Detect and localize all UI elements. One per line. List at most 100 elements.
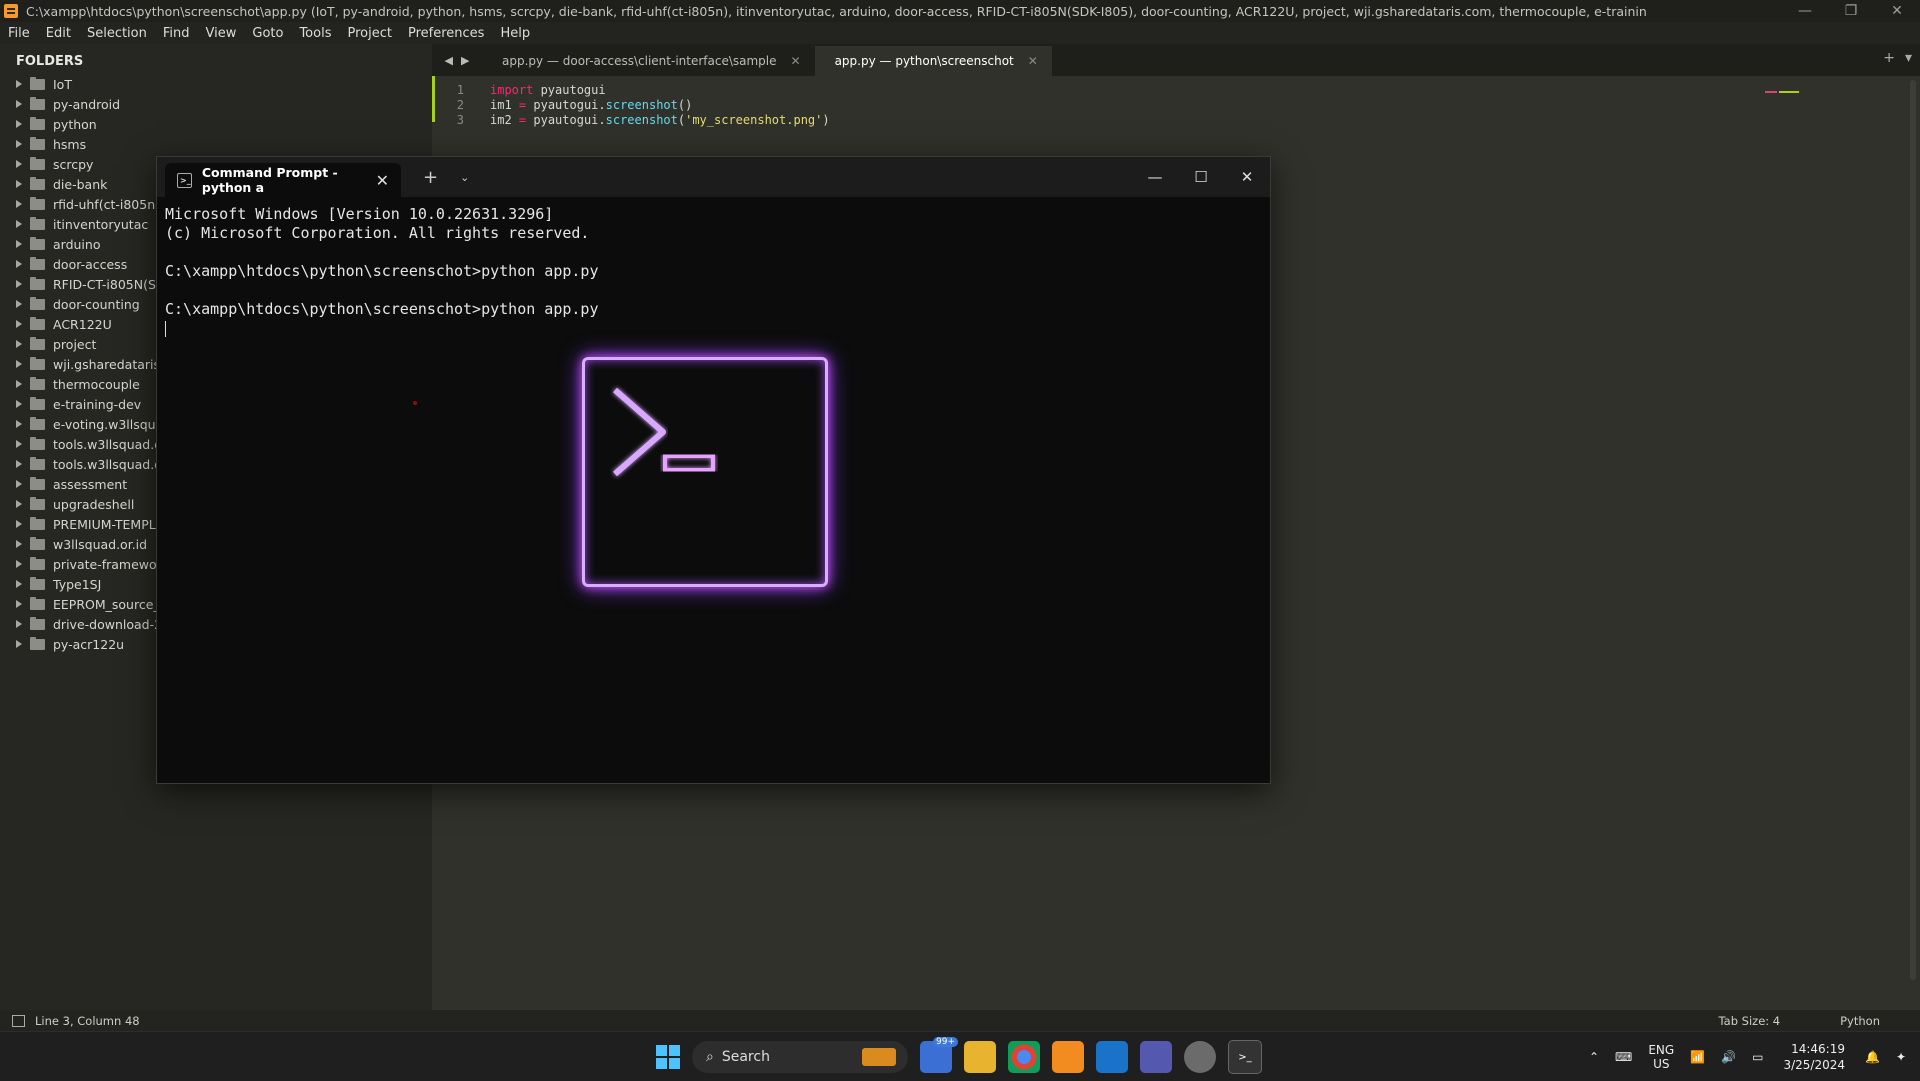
menu-help[interactable]: Help [492, 26, 538, 41]
tab-size[interactable]: Tab Size: 4 [1719, 1014, 1781, 1028]
volume-icon[interactable]: 🔊 [1713, 1050, 1744, 1064]
expand-arrow-icon[interactable] [16, 620, 22, 628]
line-text: import pyautogui [490, 83, 606, 97]
window-title: C:\xampp\htdocs\python\screenschot\app.p… [26, 3, 1647, 19]
expand-arrow-icon[interactable] [16, 460, 22, 468]
chrome-icon[interactable] [1008, 1041, 1040, 1073]
terminal-dropdown-icon[interactable]: ⌄ [460, 171, 469, 184]
language-indicator[interactable]: ENG US [1640, 1043, 1682, 1071]
minimize-button[interactable]: — [1782, 3, 1828, 19]
code-line[interactable]: 2 im1 = pyautogui.screenshot() [432, 98, 693, 113]
new-tab-icon[interactable]: + [1883, 50, 1895, 66]
panel-toggle-icon[interactable] [12, 1014, 25, 1027]
close-button[interactable]: ✕ [1874, 3, 1920, 19]
terminal-close-button[interactable]: ✕ [1224, 157, 1270, 197]
folder-label: door-counting [53, 296, 140, 312]
expand-arrow-icon[interactable] [16, 360, 22, 368]
expand-arrow-icon[interactable] [16, 260, 22, 268]
expand-arrow-icon[interactable] [16, 300, 22, 308]
folder-icon [30, 596, 45, 610]
show-hidden-icons-chevron-icon[interactable]: ⌃ [1581, 1050, 1607, 1064]
folder-item[interactable]: hsms [0, 134, 432, 154]
folder-label: die-bank [53, 176, 108, 192]
expand-arrow-icon[interactable] [16, 520, 22, 528]
expand-arrow-icon[interactable] [16, 560, 22, 568]
file-explorer-icon[interactable] [964, 1041, 996, 1073]
expand-arrow-icon[interactable] [16, 160, 22, 168]
teams-chat-icon[interactable]: 99+ [920, 1037, 958, 1073]
tab-back-icon[interactable]: ◀ [445, 54, 453, 67]
menu-preferences[interactable]: Preferences [400, 26, 492, 41]
folder-item[interactable]: python [0, 114, 432, 134]
menu-view[interactable]: View [198, 26, 245, 41]
expand-arrow-icon[interactable] [16, 340, 22, 348]
expand-arrow-icon[interactable] [16, 320, 22, 328]
terminal-tab[interactable]: >_ Command Prompt - python a ✕ [165, 163, 401, 197]
expand-arrow-icon[interactable] [16, 500, 22, 508]
expand-arrow-icon[interactable] [16, 540, 22, 548]
battery-icon[interactable]: ▭ [1744, 1050, 1771, 1064]
expand-arrow-icon[interactable] [16, 600, 22, 608]
taskbar-search[interactable]: ⌕ Search [692, 1041, 908, 1073]
expand-arrow-icon[interactable] [16, 280, 22, 288]
editor-scrollbar[interactable] [1910, 80, 1916, 980]
outlook-icon[interactable] [1096, 1041, 1128, 1073]
expand-arrow-icon[interactable] [16, 640, 22, 648]
expand-arrow-icon[interactable] [16, 180, 22, 188]
copilot-icon[interactable]: ✦ [1888, 1050, 1920, 1064]
start-button[interactable] [656, 1045, 680, 1069]
folder-icon [30, 296, 45, 310]
folder-item[interactable]: py-android [0, 94, 432, 114]
folder-icon [30, 456, 45, 470]
teams-icon[interactable] [1140, 1041, 1172, 1073]
folder-item[interactable]: IoT [0, 74, 432, 94]
menu-goto[interactable]: Goto [244, 26, 291, 41]
tab-close-icon[interactable]: ✕ [791, 54, 801, 68]
clock-time: 14:46:19 [1791, 1041, 1845, 1056]
terminal-tab-close-icon[interactable]: ✕ [376, 171, 389, 190]
restore-button[interactable]: ❐ [1828, 3, 1874, 19]
tab-menu-icon[interactable]: ▾ [1905, 50, 1912, 66]
expand-arrow-icon[interactable] [16, 220, 22, 228]
menu-selection[interactable]: Selection [79, 26, 155, 41]
minimap[interactable] [1765, 78, 1810, 93]
menu-project[interactable]: Project [339, 26, 399, 41]
tab-screenschot-app[interactable]: app.py — python\screenschot ✕ [814, 46, 1052, 76]
tab-forward-icon[interactable]: ▶ [461, 54, 469, 67]
tab-door-access-app[interactable]: app.py — door-access\client-interface\sa… [482, 46, 815, 76]
menu-tools[interactable]: Tools [291, 26, 339, 41]
code-line[interactable]: 3 im2 = pyautogui.screenshot('my_screensh… [432, 113, 830, 128]
code-line[interactable]: 1 import pyautogui [432, 83, 606, 98]
terminal-maximize-button[interactable]: ☐ [1178, 157, 1224, 197]
terminal-taskbar-icon[interactable]: >_ [1228, 1040, 1262, 1074]
expand-arrow-icon[interactable] [16, 140, 22, 148]
command-prompt-window[interactable]: >_ Command Prompt - python a ✕ + ⌄ — ☐ ✕… [156, 156, 1271, 784]
expand-arrow-icon[interactable] [16, 440, 22, 448]
menu-file[interactable]: File [0, 26, 38, 41]
menu-edit[interactable]: Edit [38, 26, 79, 41]
notification-bell-icon[interactable]: 🔔 [1857, 1050, 1888, 1064]
settings-gear-icon[interactable] [1184, 1041, 1216, 1073]
syntax-mode[interactable]: Python [1840, 1014, 1880, 1028]
expand-arrow-icon[interactable] [16, 480, 22, 488]
expand-arrow-icon[interactable] [16, 580, 22, 588]
expand-arrow-icon[interactable] [16, 200, 22, 208]
new-terminal-tab-button[interactable]: + [423, 167, 438, 188]
wifi-icon[interactable]: 📶 [1682, 1050, 1713, 1064]
expand-arrow-icon[interactable] [16, 80, 22, 88]
expand-arrow-icon[interactable] [16, 420, 22, 428]
keyboard-icon[interactable]: ⌨ [1607, 1050, 1640, 1064]
terminal-output[interactable]: Microsoft Windows [Version 10.0.22631.32… [157, 197, 1270, 346]
tab-close-icon[interactable]: ✕ [1028, 54, 1038, 68]
clock[interactable]: 14:46:19 3/25/2024 [1771, 1041, 1857, 1073]
menu-find[interactable]: Find [155, 26, 198, 41]
folder-label: py-android [53, 96, 121, 112]
folder-icon [30, 136, 45, 150]
expand-arrow-icon[interactable] [16, 100, 22, 108]
terminal-minimize-button[interactable]: — [1132, 157, 1178, 197]
sublime-text-taskbar-icon[interactable] [1052, 1041, 1084, 1073]
expand-arrow-icon[interactable] [16, 240, 22, 248]
expand-arrow-icon[interactable] [16, 120, 22, 128]
expand-arrow-icon[interactable] [16, 380, 22, 388]
expand-arrow-icon[interactable] [16, 400, 22, 408]
